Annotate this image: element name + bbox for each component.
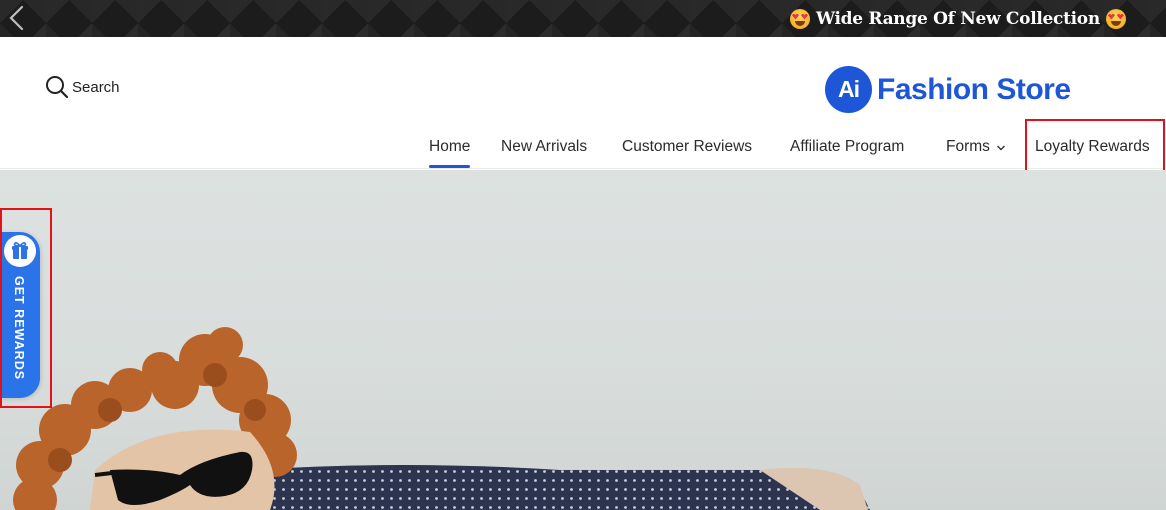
nav-item-label: New Arrivals xyxy=(501,138,588,155)
logo-text: Fashion Store xyxy=(877,72,1071,106)
search-button[interactable]: Search xyxy=(45,75,120,99)
chevron-down-icon xyxy=(996,145,1005,151)
logo-badge: Ai xyxy=(825,66,872,113)
nav-item-label: Home xyxy=(429,138,471,155)
nav-item-label: Loyalty Rewards xyxy=(1035,138,1150,155)
nav-item-affiliate-program[interactable]: Affiliate Program xyxy=(790,138,904,168)
chevron-left-icon[interactable] xyxy=(6,5,28,31)
search-label: Search xyxy=(72,78,120,96)
main-nav: Home New Arrivals Customer Reviews Affil… xyxy=(0,134,1166,169)
hero-banner xyxy=(0,170,1166,510)
nav-item-customer-reviews[interactable]: Customer Reviews xyxy=(622,138,752,168)
nav-item-label: Forms xyxy=(946,138,990,155)
get-rewards-label: GET REWARDS xyxy=(12,276,26,381)
site-header: Search Ai Fashion Store Home New Arrival… xyxy=(0,37,1166,169)
hero-model-image xyxy=(13,327,870,510)
nav-item-loyalty-rewards[interactable]: Loyalty Rewards xyxy=(1035,138,1150,168)
nav-item-label: Customer Reviews xyxy=(622,138,753,155)
heart-eyes-emoji-icon xyxy=(790,8,810,29)
nav-item-label: Affiliate Program xyxy=(790,138,905,155)
site-logo[interactable]: Ai Fashion Store xyxy=(825,66,1071,113)
announcement-text: Wide Range Of New Collection xyxy=(816,8,1100,29)
search-icon xyxy=(46,76,69,99)
gift-icon xyxy=(4,235,36,267)
announcement-bar: Wide Range Of New Collection xyxy=(0,0,1166,37)
heart-eyes-emoji-icon xyxy=(1105,8,1126,29)
announcement-message: Wide Range Of New Collection xyxy=(790,0,1126,37)
nav-item-new-arrivals[interactable]: New Arrivals xyxy=(501,138,587,168)
get-rewards-tab[interactable]: GET REWARDS xyxy=(0,232,40,398)
nav-item-home[interactable]: Home xyxy=(429,138,471,168)
nav-item-forms[interactable]: Forms xyxy=(946,138,1006,168)
